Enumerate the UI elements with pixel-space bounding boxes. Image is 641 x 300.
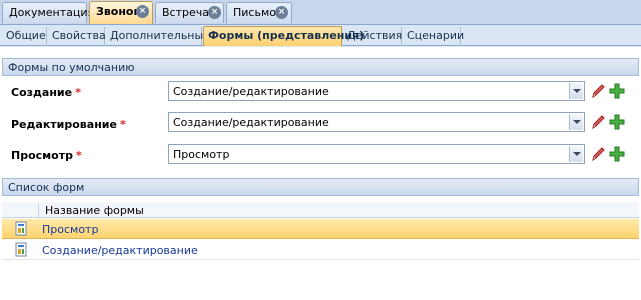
section-tab-bar: Общие Свойства Дополнительные Формы (пре…: [0, 25, 641, 46]
chevron-down-icon[interactable]: [569, 83, 583, 99]
close-icon[interactable]: ×: [275, 6, 288, 19]
field-label: Создание: [11, 86, 73, 99]
doc-tab-letter[interactable]: Письмо ×: [226, 2, 292, 23]
tab-forms[interactable]: Формы (представления): [203, 26, 364, 46]
tab-label: Дополнительные: [110, 29, 210, 42]
doc-tab-label: Документация: [9, 6, 95, 19]
doc-tab-label: Письмо: [233, 6, 276, 19]
pencil-icon[interactable]: [589, 145, 607, 163]
section-title: Формы по умолчанию: [8, 61, 135, 74]
required-mark: *: [75, 86, 81, 99]
field-label: Редактирование: [11, 118, 117, 131]
forms-panel: Формы по умолчанию Создание * Создание/ре…: [0, 47, 641, 300]
form-document-icon: [15, 221, 27, 236]
chevron-down-icon[interactable]: [569, 114, 583, 130]
tab-label: Свойства: [52, 29, 106, 42]
tab-label: Действия: [347, 29, 403, 42]
add-icon[interactable]: [608, 145, 626, 163]
form-name: Просмотр: [42, 223, 99, 236]
tab-properties[interactable]: Свойства: [48, 27, 106, 46]
tab-label: Сценарии: [407, 29, 465, 42]
select-value: Просмотр: [173, 148, 230, 161]
form-document-icon: [15, 242, 27, 257]
forms-list-header: Список форм: [2, 178, 639, 196]
doc-tab-call[interactable]: Звонок ×: [89, 1, 153, 24]
doc-tab-label: Звонок: [96, 5, 141, 18]
create-form-select[interactable]: Создание/редактирование: [168, 81, 585, 101]
view-form-label: Просмотр *: [11, 149, 82, 162]
tab-label: Формы (представления): [208, 29, 365, 42]
select-value: Создание/редактирование: [173, 116, 329, 129]
table-row[interactable]: Создание/редактирование: [2, 240, 639, 260]
close-icon[interactable]: ×: [208, 6, 221, 19]
default-forms-header: Формы по умолчанию: [2, 58, 639, 76]
doc-tab-documentation[interactable]: Документация: [2, 2, 94, 23]
edit-form-select[interactable]: Создание/редактирование: [168, 112, 585, 132]
tab-scenarios[interactable]: Сценарии: [403, 27, 465, 46]
doc-tab-label: Встреча: [162, 6, 209, 19]
column-header-form-name[interactable]: Название формы: [38, 204, 144, 218]
form-name: Создание/редактирование: [42, 244, 198, 257]
edit-form-label: Редактирование *: [11, 118, 126, 131]
tab-additional[interactable]: Дополнительные: [106, 27, 210, 46]
add-icon[interactable]: [608, 113, 626, 131]
doc-tab-meeting[interactable]: Встреча ×: [155, 2, 224, 23]
forms-table-header: Название формы: [2, 202, 639, 218]
create-form-label: Создание *: [11, 86, 81, 99]
select-value: Создание/редактирование: [173, 85, 329, 98]
required-mark: *: [119, 118, 126, 131]
add-icon[interactable]: [608, 82, 626, 100]
document-tab-bar: Документация Звонок × Встреча × Письмо ×: [0, 0, 641, 25]
section-title: Список форм: [8, 181, 85, 194]
field-label: Просмотр: [11, 149, 73, 162]
table-row[interactable]: Просмотр: [2, 219, 639, 239]
chevron-down-icon[interactable]: [569, 146, 583, 162]
tab-actions[interactable]: Действия: [343, 27, 402, 46]
pencil-icon[interactable]: [589, 82, 607, 100]
required-mark: *: [75, 149, 82, 162]
view-form-select[interactable]: Просмотр: [168, 144, 585, 164]
pencil-icon[interactable]: [589, 113, 607, 131]
tab-general[interactable]: Общие: [2, 27, 47, 46]
tab-label: Общие: [6, 29, 46, 42]
close-icon[interactable]: ×: [136, 5, 149, 18]
